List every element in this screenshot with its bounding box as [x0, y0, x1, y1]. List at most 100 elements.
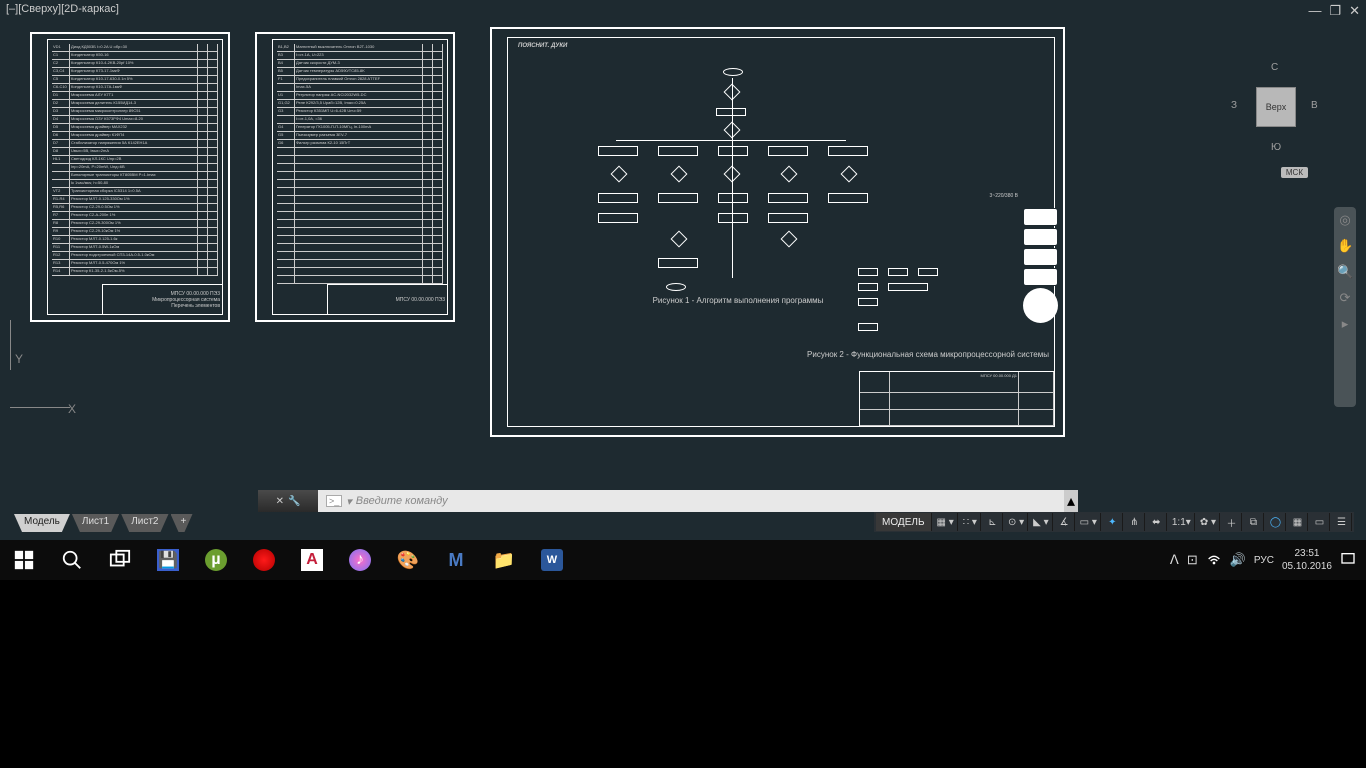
grid-icon[interactable]: ▦ ▾ [934, 513, 958, 531]
app-itunes-icon[interactable]: ♪ [336, 540, 384, 580]
tray-wifi-icon[interactable] [1206, 551, 1222, 570]
table-row: D3Микросхема микроконтроллер 89C51 [52, 108, 218, 116]
title-block-2: МПСУ 00.00.000 ПЭ3 [327, 284, 447, 314]
otrack-icon[interactable]: ▭ ▾ [1077, 513, 1101, 531]
navigation-bar: ◎ ✋ 🔍 ⟳ ▸ [1334, 207, 1356, 407]
orbit-icon[interactable]: ⟳ [1337, 290, 1353, 306]
start-button[interactable] [0, 540, 48, 580]
table-row: D8Uвых=5В, Iвых=2mA [52, 148, 218, 156]
ortho-icon[interactable]: ⊾ [983, 513, 1003, 531]
window-controls: — ❐ ✕ [1308, 3, 1360, 19]
command-handle[interactable]: ✕ 🔧 [258, 490, 318, 512]
table-row: C5Конденсатор К10-17-630-0.1н 5% [52, 76, 218, 84]
table-row: D4Микросхема ОЗУ К573РФ4 Umax=8-20 [52, 116, 218, 124]
zoom-icon[interactable]: 🔍 [1337, 264, 1353, 280]
scale-button[interactable]: 1:1 ▾ [1169, 513, 1195, 531]
table-row: C6-C10Конденсатор К10-17А-1мкФ [52, 84, 218, 92]
isodraft-icon[interactable]: ◣ ▾ [1030, 513, 1053, 531]
table-row: Iк 1час/мкs; h=50-80 [52, 180, 218, 188]
table-row: R8Резистор С2-29-300Ом 1% [52, 220, 218, 228]
viewcube[interactable]: С Ю З В Верх [1231, 62, 1321, 152]
app-utorrent-icon[interactable]: µ [192, 540, 240, 580]
tray-clock[interactable]: 23:51 05.10.2016 [1282, 547, 1332, 573]
sheet3-header: ПОЯСНИТ. ДУКИ [518, 43, 567, 49]
drawing-sheet-3[interactable]: ПОЯСНИТ. ДУКИ [490, 27, 1065, 437]
osnap-icon[interactable]: ∡ [1055, 513, 1075, 531]
tray-notifications-icon[interactable] [1340, 551, 1356, 570]
table-row: HL1Светодиод КЛ-1КС Uпр=2В [52, 156, 218, 164]
tray-volume-icon[interactable]: 🔊 [1230, 552, 1246, 568]
task-view-button[interactable] [96, 540, 144, 580]
layout-tabs: Модель Лист1 Лист2 + [14, 514, 193, 532]
customization-icon[interactable]: ☰ [1332, 513, 1352, 531]
gear-icon[interactable]: ✿ ▾ [1197, 513, 1220, 531]
cad-application: [–][Сверху][2D-каркас] — ❐ ✕ VD1Диод КД5… [0, 0, 1366, 540]
table-row: R11Резистор МЛТ-0.5W-1кОм [52, 244, 218, 252]
table-row: VT2Транзисторная сборка IC5314 1=0.5А [52, 188, 218, 196]
table-row: D5Микросхема драйвер MAX232 [52, 124, 218, 132]
transparency-icon[interactable]: ⋔ [1125, 513, 1145, 531]
isolate-icon[interactable]: ⧉ [1244, 513, 1264, 531]
table-row: B1,B2Магнитный выключатель Omron В2Т-103… [277, 44, 443, 52]
table-row: D7Стабилизатор напряжения 5А К142ЕН1А [52, 140, 218, 148]
app-m-icon[interactable]: M [432, 540, 480, 580]
cmd-close-icon[interactable]: ✕ [276, 496, 284, 507]
drawing-sheet-1[interactable]: VD1Диод КД503Б I=0.2A U обр=30C1Конденса… [30, 32, 230, 322]
tab-list2[interactable]: Лист2 [121, 514, 168, 532]
tab-list1[interactable]: Лист1 [72, 514, 119, 532]
search-button[interactable] [48, 540, 96, 580]
steering-wheel-icon[interactable]: ◎ [1337, 212, 1353, 228]
table-row: Биполярные транзисторы КТ805ВМ P=1.Imax [52, 172, 218, 180]
clean-screen-icon[interactable]: ▦ [1288, 513, 1308, 531]
app-paint-icon[interactable]: 🎨 [384, 540, 432, 580]
tray-language[interactable]: РУС [1254, 555, 1274, 566]
app-opera-icon[interactable] [240, 540, 288, 580]
app-autocad-icon[interactable]: A [288, 540, 336, 580]
tab-model[interactable]: Модель [14, 514, 70, 532]
hardware-accel-icon[interactable]: ◯ [1266, 513, 1286, 531]
title-block-3: МПСУ 00.00.000 Д1 [859, 371, 1054, 426]
table-row: R9Резистор С2-29-10кОм 1% [52, 228, 218, 236]
drawing-sheet-2[interactable]: B1,B2Магнитный выключатель Omron В2Т-103… [255, 32, 455, 322]
tray-chevron-icon[interactable]: ᐱ [1170, 552, 1179, 568]
maximize-button[interactable]: ❐ [1329, 3, 1341, 19]
showmotion-icon[interactable]: ▸ [1337, 316, 1353, 332]
titlebar: [–][Сверху][2D-каркас] — ❐ ✕ [0, 0, 1366, 22]
tab-add[interactable]: + [171, 514, 193, 532]
drawing-area[interactable]: VD1Диод КД503Б I=0.2A U обр=30C1Конденса… [0, 22, 1366, 480]
viewport-label: [–][Сверху][2D-каркас] [6, 3, 119, 19]
table-row: C2Конденсатор К10-4-2KB-20pf 10% [52, 60, 218, 68]
tray-network-icon[interactable]: ⊡ [1187, 552, 1198, 568]
table-row: R12Резистор подстроечный СП3-14А-0.5-1.0… [52, 252, 218, 260]
table-row: G5Пьезозумер разъема 3EV-7 [277, 132, 443, 140]
table-row: B4Датчик скорости ДУМ-3 [277, 60, 443, 68]
table-row: D2Микросхема делитель К155ИД14-3 [52, 100, 218, 108]
table-row: B5Датчик температуры AD590/TC85-8K [277, 68, 443, 76]
table-row: R1-R4Резистор МЛТ-0.125-330Ом 1% [52, 196, 218, 204]
table-row: R7Резистор С2-А-200н 1% [52, 212, 218, 220]
drawing-code: МПСУ 00.00.000 ПЭ3 [396, 297, 445, 303]
app-word-icon[interactable]: W [528, 540, 576, 580]
wcs-badge[interactable]: МСК [1281, 167, 1308, 178]
table-row: G3Резистор К351МП U=6-42В Uнч=59 [277, 108, 443, 116]
add-icon[interactable]: ＋ [1222, 513, 1242, 531]
table-row: U1Регулятор напряж AC-NCI2032W5-DC [277, 92, 443, 100]
pan-icon[interactable]: ✋ [1337, 238, 1353, 254]
minimize-button[interactable]: — [1308, 3, 1321, 19]
annotation-icon[interactable]: ▭ [1310, 513, 1330, 531]
cmd-expand-icon[interactable]: ▴ [1064, 490, 1078, 512]
polar-icon[interactable]: ⊙ ▾ [1005, 513, 1028, 531]
app-save-icon[interactable]: 💾 [144, 540, 192, 580]
cycling-icon[interactable]: ⬌ [1147, 513, 1167, 531]
cmd-wrench-icon[interactable]: 🔧 [288, 496, 300, 507]
snap-icon[interactable]: ∷ ▾ [960, 513, 981, 531]
table-row: Imax-5A [277, 84, 443, 92]
table-row: R10Резистор МЛТ-0.125-1.6к [52, 236, 218, 244]
table-row: I=от-1,0А, =36 [277, 116, 443, 124]
model-space-button[interactable]: МОДЕЛЬ [876, 513, 931, 531]
close-button[interactable]: ✕ [1349, 3, 1360, 19]
viewcube-top-face[interactable]: Верх [1256, 87, 1296, 127]
app-explorer-icon[interactable]: 📁 [480, 540, 528, 580]
command-input[interactable]: >_ ▾ Введите команду [318, 490, 1064, 512]
lineweight-icon[interactable]: ✦ [1103, 513, 1123, 531]
